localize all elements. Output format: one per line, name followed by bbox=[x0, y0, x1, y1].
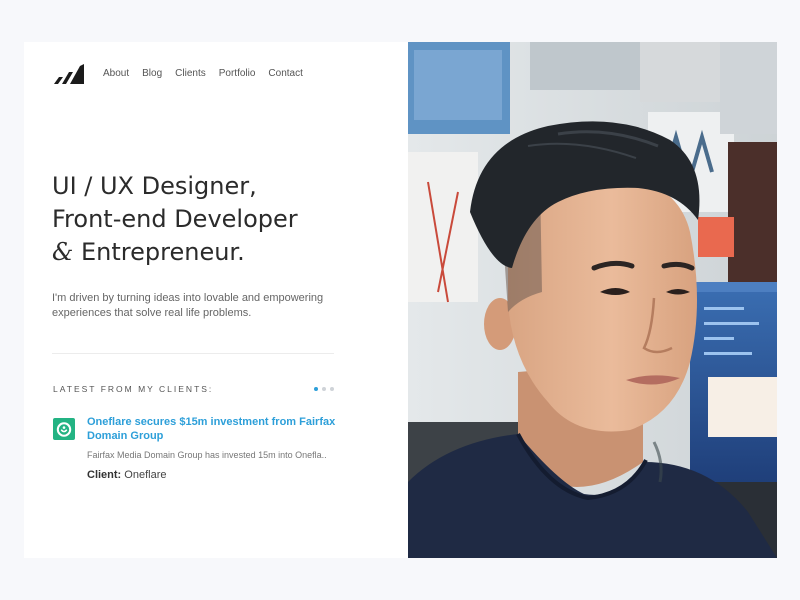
page-frame: About Blog Clients Portfolio Contact UI … bbox=[24, 42, 777, 558]
section-divider bbox=[52, 353, 334, 354]
nav-portfolio-link[interactable]: Portfolio bbox=[219, 68, 256, 79]
portrait-illustration bbox=[408, 42, 777, 558]
client-info: Client: Oneflare bbox=[87, 469, 167, 481]
client-label: Client: bbox=[87, 469, 122, 481]
news-description: Fairfax Media Domain Group has invested … bbox=[87, 450, 327, 460]
pager-dot-2[interactable] bbox=[322, 387, 326, 391]
nav-clients-link[interactable]: Clients bbox=[175, 68, 206, 79]
client-name: Oneflare bbox=[124, 469, 167, 481]
nav-about-link[interactable]: About bbox=[103, 68, 129, 79]
headline-line-2: Front-end Developer bbox=[52, 205, 298, 233]
news-headline-link[interactable]: Oneflare secures $15m investment from Fa… bbox=[87, 415, 357, 443]
pager-dot-3[interactable] bbox=[330, 387, 334, 391]
news-pager bbox=[314, 387, 334, 391]
oneflare-logo-icon[interactable] bbox=[53, 418, 75, 440]
intro-panel: About Blog Clients Portfolio Contact UI … bbox=[24, 42, 408, 558]
main-nav: About Blog Clients Portfolio Contact bbox=[103, 68, 303, 79]
headline-ampersand: & bbox=[52, 238, 74, 266]
nav-contact-link[interactable]: Contact bbox=[268, 68, 302, 79]
latest-clients-label: LATEST FROM MY CLIENTS: bbox=[53, 384, 214, 394]
hero-headline: UI / UX Designer, Front-end Developer & … bbox=[52, 170, 382, 269]
nav-blog-link[interactable]: Blog bbox=[142, 68, 162, 79]
headline-line-3: Entrepreneur. bbox=[73, 238, 245, 266]
pager-dot-1[interactable] bbox=[314, 387, 318, 391]
headline-line-1: UI / UX Designer, bbox=[52, 172, 257, 200]
portrait-photo bbox=[408, 42, 777, 558]
hero-tagline: I'm driven by turning ideas into lovable… bbox=[52, 292, 324, 319]
bar-chart-logo-icon[interactable] bbox=[54, 64, 84, 84]
